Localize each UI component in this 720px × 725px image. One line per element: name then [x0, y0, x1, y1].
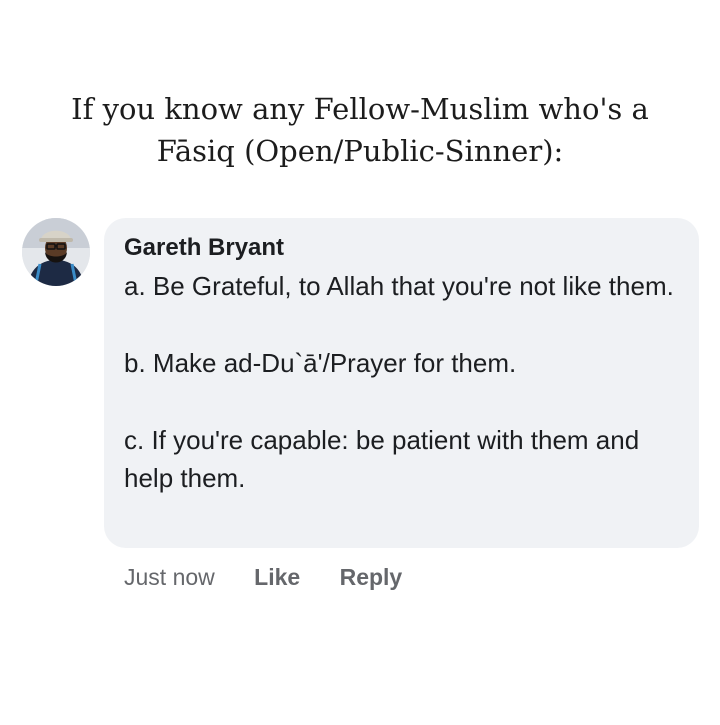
comment-timestamp[interactable]: Just now	[124, 562, 215, 592]
headline-line-2: Fāsiq (Open/Public-Sinner):	[156, 134, 564, 168]
comment-line-c: c. If you're capable: be patient with th…	[124, 425, 640, 493]
avatar[interactable]	[22, 218, 90, 286]
comment-line-a: a. Be Grateful, to Allah that you're not…	[124, 271, 674, 301]
user-avatar-icon	[22, 218, 90, 286]
comment-line-b: b. Make ad-Du`ā'/Prayer for them.	[124, 348, 517, 378]
comment-actions: Just now Like Reply	[124, 562, 402, 592]
headline-line-1: If you know any Fellow-Muslim who's a	[71, 92, 649, 126]
like-button[interactable]: Like	[254, 562, 300, 592]
comment-bubble: Gareth Bryant a. Be Grateful, to Allah t…	[104, 218, 699, 548]
comment-author[interactable]: Gareth Bryant	[124, 233, 679, 263]
post-headline: If you know any Fellow-Muslim who's a Fā…	[40, 88, 680, 172]
comment-text: a. Be Grateful, to Allah that you're not…	[124, 267, 679, 497]
reply-button[interactable]: Reply	[340, 562, 403, 592]
